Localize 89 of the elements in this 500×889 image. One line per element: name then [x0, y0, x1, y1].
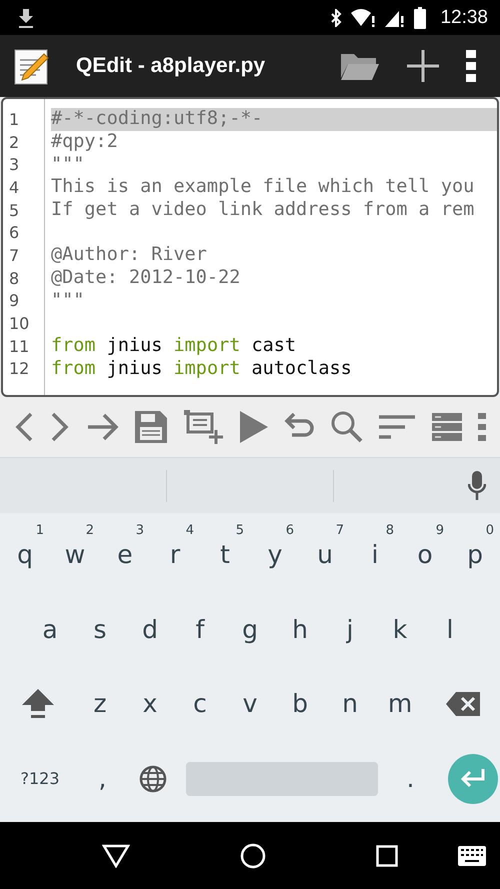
play-icon[interactable] — [240, 411, 268, 443]
key-hint: 1 — [36, 523, 44, 538]
keyboard-key[interactable]: 9 o — [400, 517, 450, 592]
key-hint: 2 — [86, 523, 94, 538]
code-line: from jnius import cast — [51, 335, 296, 358]
microphone-icon[interactable] — [468, 470, 486, 500]
keyboard-key[interactable]: a — [25, 592, 75, 666]
add-frame-icon[interactable] — [184, 410, 224, 444]
line-number: 11 — [8, 336, 30, 356]
list-view-icon[interactable] — [432, 413, 462, 441]
key-hint: 0 — [486, 523, 494, 538]
keyboard-key[interactable]: z — [75, 666, 125, 742]
recents-icon[interactable] — [376, 844, 398, 866]
home-icon[interactable] — [240, 842, 266, 868]
chevron-right-icon[interactable] — [50, 412, 70, 442]
line-number: 9 — [8, 291, 20, 310]
more-options-icon[interactable] — [466, 50, 476, 82]
enter-icon — [460, 768, 486, 789]
line-number: 8 — [8, 268, 20, 288]
symbols-key[interactable]: ?123 — [2, 741, 78, 816]
code-line: """ — [51, 290, 84, 312]
keyboard-key[interactable]: x — [125, 666, 175, 742]
keyboard-key[interactable]: 3 e — [100, 517, 150, 592]
line-number: 6 — [8, 223, 20, 242]
battery-icon — [414, 6, 426, 28]
key-hint: 4 — [186, 523, 194, 538]
keyboard-key[interactable]: c — [175, 666, 225, 742]
key-hint: 8 — [386, 523, 394, 538]
code-line: If get a video link address from a rem — [51, 199, 474, 222]
keyboard-key[interactable]: 1 q — [0, 517, 50, 592]
keyboard-key[interactable]: s — [75, 592, 125, 666]
key-hint: 9 — [436, 523, 444, 538]
line-number: 12 — [8, 359, 30, 378]
code-line: @Author: River — [51, 244, 207, 266]
keyboard-key[interactable]: 7 u — [300, 517, 350, 592]
key-hint: 7 — [336, 523, 344, 538]
key-hint: 6 — [286, 523, 294, 538]
keyboard-key[interactable]: d — [125, 592, 175, 666]
keyboard-key[interactable]: f — [175, 592, 225, 666]
keyboard-key[interactable]: l — [425, 592, 475, 666]
app-title: QEdit - a8player.py — [76, 54, 266, 78]
line-number: 4 — [8, 178, 20, 197]
keyboard-key[interactable]: v — [225, 666, 275, 742]
code-editor[interactable] — [1, 97, 499, 397]
folder-icon[interactable] — [340, 51, 380, 81]
line-number: 5 — [8, 200, 20, 220]
lines-icon[interactable] — [379, 415, 416, 439]
key-hint: 3 — [136, 523, 144, 538]
clock-time: 12:38 — [440, 6, 488, 28]
line-number: 10 — [8, 314, 30, 334]
line-number: 1 — [8, 110, 20, 129]
keyboard-key[interactable]: 0 p — [450, 517, 500, 592]
keyboard-key[interactable]: g — [225, 592, 275, 666]
code-line: #qpy:2 — [51, 131, 118, 154]
code-line: """ — [51, 154, 84, 176]
shift-icon — [22, 688, 54, 719]
keyboard-key[interactable]: j — [325, 592, 375, 666]
line-number: 2 — [8, 132, 20, 152]
arrow-right-icon[interactable] — [86, 413, 119, 441]
line-number: 7 — [8, 246, 20, 265]
keyboard-key[interactable]: 6 y — [250, 517, 300, 592]
keyboard-icon[interactable] — [458, 846, 486, 866]
code-line: from jnius import autoclass — [51, 358, 352, 380]
globe-icon — [138, 764, 166, 793]
bluetooth-icon — [330, 8, 342, 26]
plus-icon[interactable] — [406, 49, 440, 83]
comma-key[interactable]: , — [78, 741, 128, 816]
keyboard-key[interactable]: 5 t — [200, 517, 250, 592]
keyboard-key[interactable]: k — [375, 592, 425, 666]
chevron-left-icon[interactable] — [14, 412, 34, 442]
search-icon[interactable] — [330, 411, 363, 443]
back-icon[interactable] — [102, 844, 130, 868]
line-number: 3 — [8, 155, 20, 174]
keyboard-key[interactable]: 4 r — [150, 517, 200, 592]
code-line: @Date: 2012-10-22 — [51, 267, 240, 290]
period-key[interactable]: . — [386, 741, 436, 816]
code-line: #-*-coding:utf8;-*- — [51, 108, 263, 130]
code-line: This is an example file which tell you — [51, 176, 474, 198]
save-icon[interactable] — [135, 411, 168, 443]
backspace-icon — [446, 692, 480, 716]
download-icon — [16, 6, 36, 28]
keyboard-key[interactable]: n — [325, 666, 375, 742]
key-hint: 5 — [236, 523, 244, 538]
keyboard-key[interactable]: h — [275, 592, 325, 666]
keyboard-key[interactable]: m — [375, 666, 425, 742]
keyboard-key[interactable]: b — [275, 666, 325, 742]
keyboard-key[interactable]: 2 w — [50, 517, 100, 592]
wifi-icon — [350, 8, 376, 28]
keyboard-key[interactable]: 8 i — [350, 517, 400, 592]
